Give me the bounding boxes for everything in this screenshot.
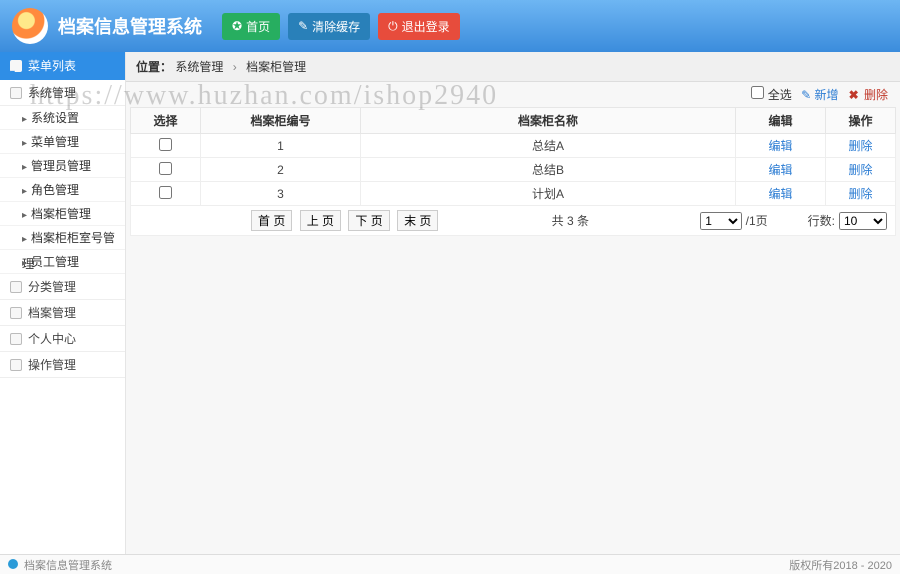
sidebar-item-category[interactable]: 分类管理 [0, 274, 125, 300]
chevron-down-icon: ▾ [10, 60, 22, 72]
edit-link[interactable]: 编辑 [768, 187, 792, 201]
grid-icon [10, 333, 22, 345]
pager-first[interactable]: 首 页 [251, 210, 292, 231]
edit-link[interactable]: 编辑 [768, 139, 792, 153]
grid-icon [10, 359, 22, 371]
sidebar-item-cabinet-mgmt[interactable]: 档案柜管理 [0, 202, 125, 226]
delete-link[interactable]: 删除 [848, 139, 872, 153]
sidebar-item-role-mgmt[interactable]: 角色管理 [0, 178, 125, 202]
sidebar-item-system-settings[interactable]: 系统设置 [0, 106, 125, 130]
col-op: 操作 [826, 108, 896, 134]
col-select: 选择 [131, 108, 201, 134]
pager: 首 页 上 页 下 页 末 页 共 3 条 1 /1页 行数: 10 [130, 206, 896, 236]
page-of-label: /1页 [746, 214, 768, 228]
pager-last[interactable]: 末 页 [397, 210, 438, 231]
clear-cache-button[interactable]: ✎清除缓存 [288, 13, 370, 40]
pager-rows: 行数: 10 [808, 212, 887, 230]
breadcrumb: 位置： 系统管理 › 档案柜管理 [126, 52, 900, 82]
main-area: 位置： 系统管理 › 档案柜管理 全选 ✎ 新增 ✖ 删除 选择 档案柜编号 档… [126, 52, 900, 554]
crumb-level-1[interactable]: 系统管理 [175, 60, 223, 74]
folder-icon [10, 87, 22, 99]
crumb-prefix: 位置： [136, 60, 172, 74]
app-title: 档案信息管理系统 [58, 13, 202, 39]
rows-label: 行数: [808, 212, 835, 229]
col-name: 档案柜名称 [361, 108, 736, 134]
clear-icon: ✎ [298, 19, 308, 33]
delete-link[interactable]: 删除 [848, 187, 872, 201]
sidebar-item-operation[interactable]: 操作管理 [0, 352, 125, 378]
home-button[interactable]: ✪首页 [222, 13, 280, 40]
data-table: 选择 档案柜编号 档案柜名称 编辑 操作 1 总结A 编辑 删除 2 [130, 107, 896, 206]
cell-num: 3 [201, 182, 361, 206]
cell-num: 1 [201, 134, 361, 158]
row-checkbox[interactable] [159, 186, 172, 199]
select-all-label: 全选 [768, 88, 792, 102]
chevron-right-icon: › [233, 60, 237, 74]
delete-link[interactable]: 删除 [848, 163, 872, 177]
table-row: 3 计划A 编辑 删除 [131, 182, 896, 206]
sidebar-item-admin-mgmt[interactable]: 管理员管理 [0, 154, 125, 178]
select-all-checkbox[interactable] [751, 86, 764, 99]
row-checkbox[interactable] [159, 162, 172, 175]
logout-button[interactable]: ⏻退出登录 [378, 13, 460, 40]
cell-num: 2 [201, 158, 361, 182]
pager-left: 首 页 上 页 下 页 末 页 [249, 210, 440, 231]
sidebar-item-staff-mgmt[interactable]: 员工管理 [0, 250, 125, 274]
grid-icon [10, 281, 22, 293]
rows-select[interactable]: 10 [839, 212, 887, 230]
sidebar-title: ▾ 菜单列表 [0, 52, 125, 80]
sidebar-item-cabinet-room-mgmt[interactable]: 档案柜柜室号管理 [0, 226, 125, 250]
cell-name: 计划A [361, 182, 736, 206]
cell-name: 总结B [361, 158, 736, 182]
add-button[interactable]: 新增 [815, 88, 839, 102]
footer-right: 版权所有2018 - 2020 [789, 557, 892, 573]
header: 档案信息管理系统 ✪首页 ✎清除缓存 ⏻退出登录 [0, 0, 900, 52]
pager-page: 1 /1页 [700, 212, 767, 230]
pager-next[interactable]: 下 页 [348, 210, 389, 231]
footer: 档案信息管理系统 版权所有2018 - 2020 [0, 554, 900, 574]
delete-button[interactable]: 删除 [864, 88, 888, 102]
edit-link[interactable]: 编辑 [768, 163, 792, 177]
pager-total: 共 3 条 [440, 212, 700, 229]
row-checkbox[interactable] [159, 138, 172, 151]
table-row: 1 总结A 编辑 删除 [131, 134, 896, 158]
add-icon: ✎ [801, 88, 811, 102]
col-edit: 编辑 [736, 108, 826, 134]
pager-prev[interactable]: 上 页 [300, 210, 341, 231]
sidebar-item-archive[interactable]: 档案管理 [0, 300, 125, 326]
sidebar: ▾ 菜单列表 系统管理 系统设置 菜单管理 管理员管理 角色管理 档案柜管理 档… [0, 52, 126, 554]
table-toolbar: 全选 ✎ 新增 ✖ 删除 [126, 82, 900, 107]
app-logo [12, 8, 48, 44]
table-row: 2 总结B 编辑 删除 [131, 158, 896, 182]
page-select[interactable]: 1 [700, 212, 742, 230]
sidebar-item-menu-mgmt[interactable]: 菜单管理 [0, 130, 125, 154]
grid-icon [10, 307, 22, 319]
info-icon [8, 559, 18, 569]
logout-icon: ⏻ [388, 19, 398, 34]
crumb-level-2: 档案柜管理 [246, 60, 306, 74]
table-header-row: 选择 档案柜编号 档案柜名称 编辑 操作 [131, 108, 896, 134]
col-num: 档案柜编号 [201, 108, 361, 134]
delete-icon: ✖ [849, 88, 859, 102]
sidebar-item-personal[interactable]: 个人中心 [0, 326, 125, 352]
home-icon: ✪ [232, 19, 242, 33]
cell-name: 总结A [361, 134, 736, 158]
footer-left: 档案信息管理系统 [8, 557, 112, 573]
sidebar-group-system[interactable]: 系统管理 [0, 80, 125, 106]
